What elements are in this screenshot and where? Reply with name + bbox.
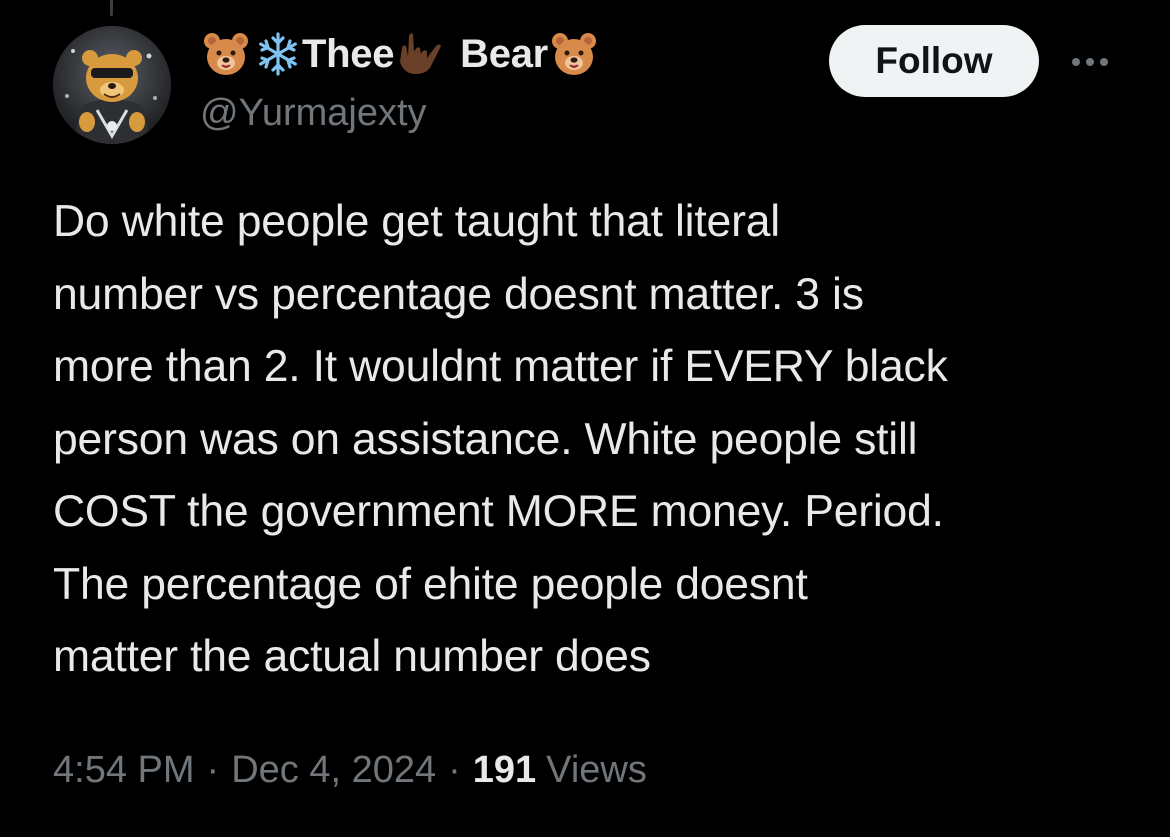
- bear-face-icon: [548, 28, 600, 80]
- tweet-text-line: matter the actual number does: [53, 632, 651, 681]
- love-you-gesture-icon: [394, 28, 446, 80]
- more-dot: [1100, 58, 1108, 66]
- views-count[interactable]: 191: [473, 749, 536, 792]
- user-handle[interactable]: @Yurmajexty: [200, 92, 427, 135]
- avatar-image: [53, 26, 171, 144]
- tweet-meta: 4:54 PM · Dec 4, 2024 · 191 Views: [53, 740, 647, 800]
- tweet-date[interactable]: Dec 4, 2024: [231, 749, 436, 792]
- meta-separator: ·: [448, 748, 461, 791]
- tweet-screen: Thee Bear @Yurmajexty Follow Do white pe…: [0, 0, 1170, 837]
- thread-connector-line: [110, 0, 113, 16]
- tweet-text-line: The percentage of ehite people doesnt: [53, 559, 808, 609]
- views-label[interactable]: Views: [546, 749, 647, 792]
- more-dot: [1086, 58, 1094, 66]
- more-dot: [1072, 58, 1080, 66]
- display-name-part2: Bear: [460, 31, 548, 76]
- display-name-part1: Thee: [302, 31, 395, 76]
- tweet-text-line: COST the government MORE money. Period.: [53, 487, 944, 536]
- tweet-text-line: Do white people get taught that literal: [53, 197, 780, 246]
- snowflake-icon: [252, 28, 302, 80]
- meta-separator: ·: [206, 748, 220, 791]
- bear-face-icon: [200, 28, 252, 80]
- tweet-text-line: more than 2. It wouldnt matter if EVERY …: [53, 342, 948, 391]
- tweet-text-line: number vs percentage doesnt matter. 3 is: [53, 269, 864, 319]
- more-options-icon[interactable]: [1060, 44, 1120, 80]
- avatar[interactable]: [53, 26, 171, 144]
- tweet-time[interactable]: 4:54 PM: [53, 749, 195, 792]
- tweet-text: Do white people get taught that literal …: [53, 186, 1143, 694]
- tweet-text-line: person was on assistance. White people s…: [53, 414, 918, 464]
- display-name[interactable]: Thee Bear: [200, 24, 600, 84]
- follow-button[interactable]: Follow: [829, 25, 1039, 97]
